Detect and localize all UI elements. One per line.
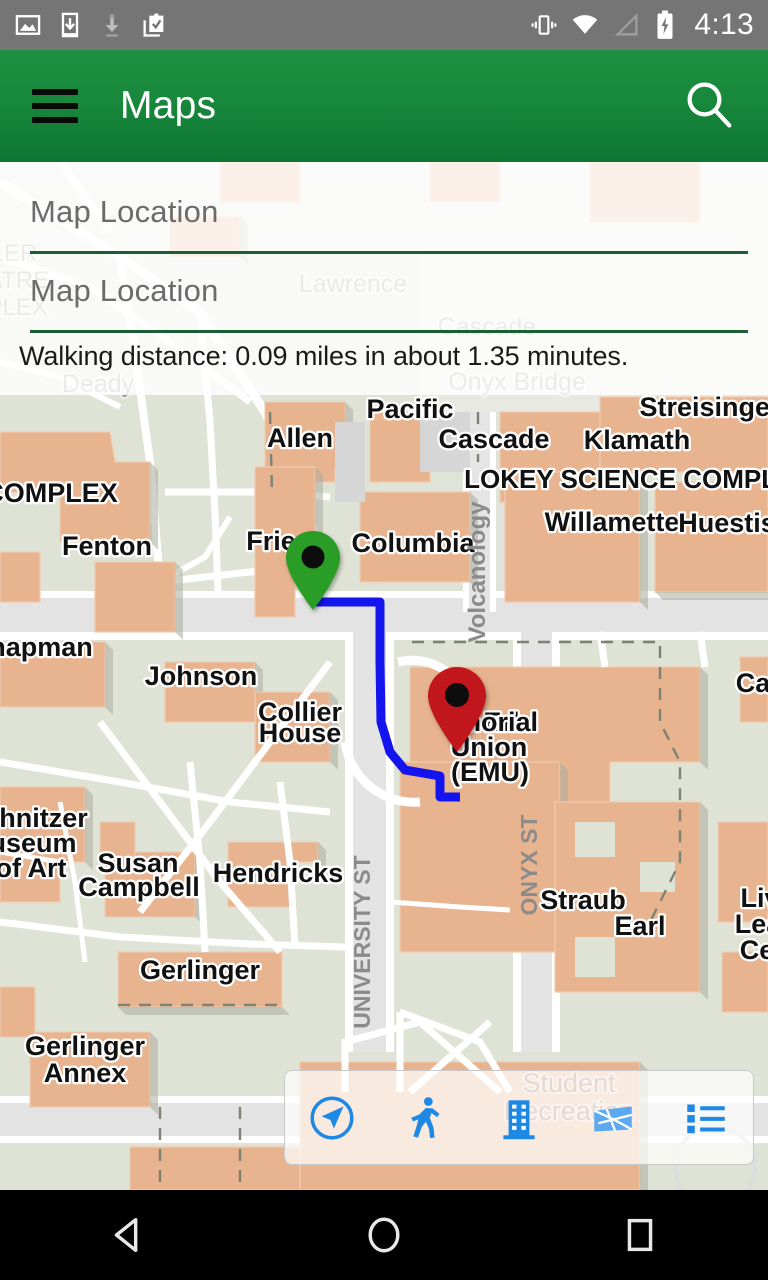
app-bar: Maps <box>0 50 768 162</box>
map-icon <box>593 1106 632 1132</box>
map-label: Huestis <box>678 508 768 538</box>
back-button[interactable] <box>0 1212 256 1258</box>
recents-button[interactable] <box>512 1212 768 1258</box>
map-label: Streisinger <box>639 392 768 422</box>
search-icon[interactable] <box>682 77 736 136</box>
map-label: Johnson <box>145 661 258 691</box>
list-icon <box>687 1103 725 1133</box>
battery-charging-icon <box>657 10 673 39</box>
map-label: (EMU) <box>451 757 529 787</box>
buildings-button[interactable] <box>483 1082 555 1154</box>
vibrate-icon <box>531 15 557 35</box>
origin-input[interactable]: Map Location <box>30 194 748 230</box>
app-root: 4:13 Maps .bg{fill:#dfe3d5} .blk{fill:#e… <box>0 0 768 1280</box>
status-bar: 4:13 <box>0 0 768 50</box>
map-label: Gerlinger <box>25 1031 146 1061</box>
map-label: ONYX ST <box>516 815 542 916</box>
my-location-button[interactable] <box>296 1082 368 1154</box>
clipboard-check-icon <box>143 13 164 37</box>
recents-square-icon <box>627 1218 653 1252</box>
hamburger-menu-icon[interactable] <box>32 89 78 123</box>
destination-underline <box>30 330 748 333</box>
home-button[interactable] <box>256 1212 512 1258</box>
map-label: hapman <box>0 632 93 662</box>
walking-person-icon <box>411 1096 440 1138</box>
map-label: Allen <box>267 423 333 453</box>
map-label: Klamath <box>584 425 691 455</box>
map-label: Volcanology <box>464 501 491 643</box>
map-label: of Art <box>0 853 66 883</box>
map-label: Ce <box>740 935 768 965</box>
map-label: Gerlinger <box>140 955 261 985</box>
building-icon <box>503 1099 535 1139</box>
map-label: Annex <box>44 1058 127 1088</box>
map-toolbar <box>284 1070 754 1165</box>
map-label: Earl <box>614 911 665 941</box>
map-label: LOKEY SCIENCE COMPLEX <box>464 464 768 494</box>
map-layers-button[interactable] <box>577 1082 649 1154</box>
directions-list-button[interactable] <box>670 1082 742 1154</box>
map-label: Campbell <box>78 872 200 902</box>
map-label: Columbia <box>351 528 475 558</box>
status-bar-system-icons: 4:13 <box>531 8 754 42</box>
status-bar-clock: 4:13 <box>694 8 754 41</box>
android-nav-bar <box>0 1190 768 1280</box>
signal-icon <box>615 12 638 36</box>
photo-icon <box>15 15 41 35</box>
walking-distance-summary: Walking distance: 0.09 miles in about 1.… <box>19 341 629 371</box>
navigation-arrow-icon <box>310 1095 354 1140</box>
download-to-phone-icon <box>61 12 79 38</box>
home-circle-icon <box>368 1217 400 1253</box>
map-label: Willamette <box>545 507 680 537</box>
map-label: Ca <box>736 668 768 698</box>
download-icon <box>105 14 119 37</box>
map-label: Cascade <box>438 424 549 454</box>
origin-field-group: Map Location <box>30 194 748 254</box>
map-label: Pacific <box>366 394 453 424</box>
map-label: Hendricks <box>213 858 344 888</box>
origin-underline <box>30 251 748 254</box>
walking-mode-button[interactable] <box>389 1082 461 1154</box>
map-label: Fenton <box>62 531 152 561</box>
map-label: COMPLEX <box>0 478 118 508</box>
page-title: Maps <box>120 84 217 127</box>
map-label: Straub <box>540 885 626 915</box>
destination-field-group: Map Location <box>30 273 748 333</box>
map-label: UNIVERSITY ST <box>349 855 375 1028</box>
status-bar-notification-icons <box>14 11 168 39</box>
map-label: House <box>259 718 342 748</box>
destination-input[interactable]: Map Location <box>30 273 748 309</box>
back-triangle-icon <box>114 1217 138 1253</box>
wifi-icon <box>573 15 598 34</box>
